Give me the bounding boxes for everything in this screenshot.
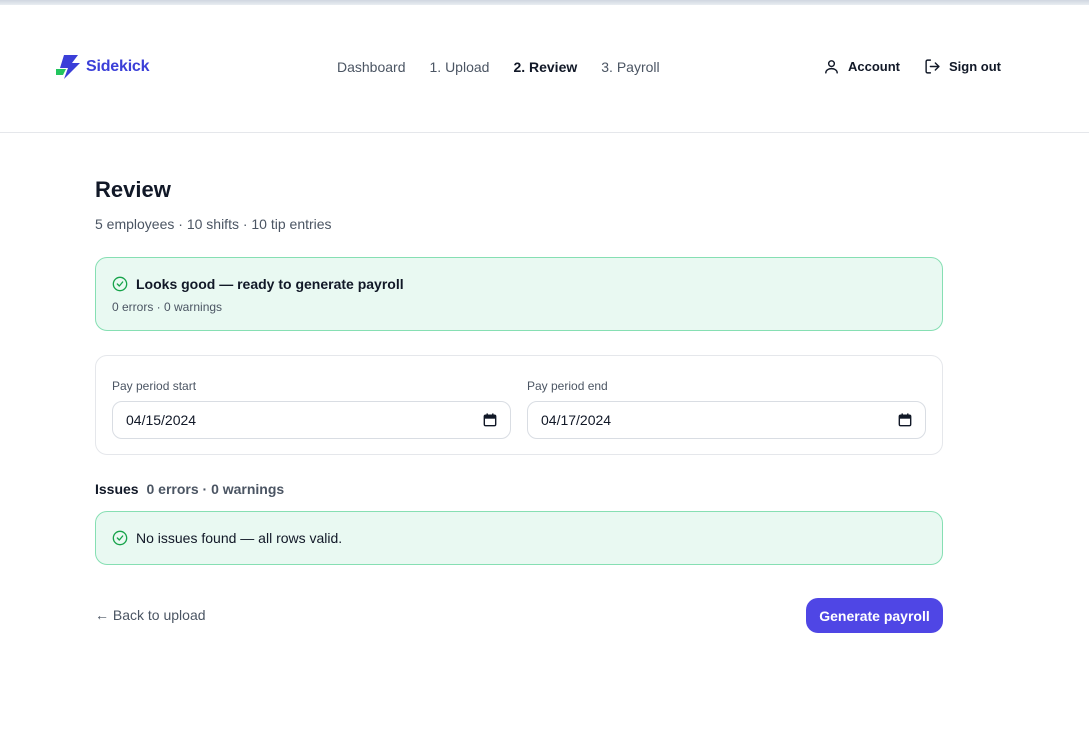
pay-period-end-label: Pay period end [527,379,608,393]
pay-period-end-input[interactable]: 04/17/2024 [527,401,926,439]
issues-banner: No issues found — all rows valid. [95,511,943,565]
check-circle-icon [112,530,128,546]
main-nav: Dashboard 1. Upload 2. Review 3. Payroll [337,59,660,75]
status-banner: Looks good — ready to generate payroll 0… [95,257,943,331]
nav-upload[interactable]: 1. Upload [430,59,490,75]
brand-logo[interactable]: Sidekick [56,53,150,81]
log-out-icon [925,59,940,74]
status-detail: 0 errors · 0 warnings [112,300,223,314]
sign-out-label: Sign out [949,59,1001,74]
check-circle-icon [112,276,128,292]
pay-period-end-field: Pay period end 04/17/2024 [527,379,926,439]
pay-period-start-label: Pay period start [112,379,197,393]
generate-payroll-button[interactable]: Generate payroll [806,598,943,633]
issues-label: Issues [95,481,139,497]
pay-period-start-input[interactable]: 04/15/2024 [112,401,511,439]
issues-message: No issues found — all rows valid. [136,530,343,546]
pay-period-start-field: Pay period start 04/15/2024 [112,379,511,439]
nav-review[interactable]: 2. Review [513,59,577,75]
pay-period-end-value: 04/17/2024 [541,412,612,428]
calendar-icon[interactable] [483,413,497,427]
sign-out-link[interactable]: Sign out [924,58,1001,75]
user-icon [825,60,838,74]
brand-name: Sidekick [86,58,150,75]
lightning-logo-icon [56,55,80,79]
issues-counts: 0 errors · 0 warnings [146,481,285,497]
nav-payroll[interactable]: 3. Payroll [601,59,659,75]
calendar-icon[interactable] [898,413,912,427]
status-title: Looks good — ready to generate payroll [136,276,404,292]
page-title: Review [95,177,171,202]
page-subtitle: 5 employees · 10 shifts · 10 tip entries [95,216,332,232]
back-to-upload-link[interactable]: ← Back to upload [95,607,206,623]
issues-heading: Issues 0 errors · 0 warnings [95,481,284,497]
pay-period-card: Pay period start 04/15/2024 Pay period e… [95,355,943,455]
account-label: Account [848,59,900,74]
top-header: Sidekick Dashboard 1. Upload 2. Review 3… [0,5,1089,133]
pay-period-start-value: 04/15/2024 [126,412,197,428]
account-link[interactable]: Account [823,58,900,75]
nav-dashboard[interactable]: Dashboard [337,59,406,75]
